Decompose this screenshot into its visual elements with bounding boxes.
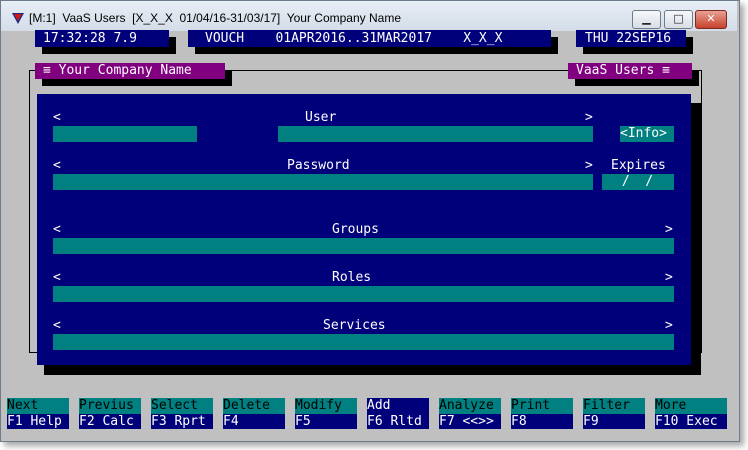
- fkey-modify-label: Modify: [295, 398, 357, 414]
- fkey-f2-label: F2 Calc: [79, 414, 141, 429]
- fkey-f7-label: F7 <<>>: [439, 414, 501, 429]
- expires-date-field[interactable]: / /: [602, 174, 674, 190]
- fkey-more-label: More: [655, 398, 727, 414]
- roles-right-arrow[interactable]: >: [665, 270, 673, 285]
- vaas-users-tab: VaaS Users ≡: [568, 63, 692, 79]
- fkey-next[interactable]: Next F1 Help: [7, 398, 69, 430]
- date-display: THU 22SEP16: [576, 30, 686, 47]
- fkey-delete-label: Delete: [223, 398, 285, 414]
- close-icon: ✕: [706, 12, 716, 25]
- groups-right-arrow[interactable]: >: [665, 222, 673, 237]
- services-left-arrow[interactable]: <: [53, 318, 61, 333]
- fkey-f3-label: F3 Rprt: [151, 414, 213, 429]
- roles-field[interactable]: [53, 286, 674, 302]
- app-logo-icon: [12, 13, 24, 24]
- roles-label: Roles: [332, 270, 372, 285]
- clock-display: 17:32:28 7.9: [35, 30, 169, 47]
- fkey-filter-label: Filter: [583, 398, 645, 414]
- groups-label: Groups: [332, 222, 379, 237]
- info-button[interactable]: <Info>: [620, 126, 674, 142]
- fkey-f8-label: F8: [511, 414, 573, 429]
- user-label: User: [305, 110, 337, 125]
- groups-left-arrow[interactable]: <: [53, 222, 61, 237]
- fkey-filter[interactable]: Filter F9: [583, 398, 645, 430]
- fkey-f5-label: F5: [295, 414, 357, 429]
- fkey-analyze-label: Analyze: [439, 398, 501, 414]
- minimize-button[interactable]: ▁: [632, 10, 661, 29]
- maximize-icon: □: [673, 12, 684, 25]
- roles-left-arrow[interactable]: <: [53, 270, 61, 285]
- fkey-f9-label: F9: [583, 414, 645, 429]
- expires-label: Expires: [611, 158, 666, 173]
- title-bar[interactable]: [M:1] VaaS Users [X_X_X 01/04/16-31/03/1…: [1, 1, 737, 31]
- password-field[interactable]: [53, 174, 593, 190]
- services-label: Services: [323, 318, 386, 333]
- fkey-select-label: Select: [151, 398, 213, 414]
- window-title: [M:1] VaaS Users [X_X_X 01/04/16-31/03/1…: [29, 11, 401, 25]
- password-right-arrow[interactable]: >: [585, 158, 593, 173]
- fkey-add-label: Add: [367, 398, 429, 414]
- fkey-print-label: Print: [511, 398, 573, 414]
- fkey-select[interactable]: Select F3 Rprt: [151, 398, 213, 430]
- fkey-f1-label: F1 Help: [7, 414, 69, 429]
- user-prefix-field[interactable]: [53, 126, 197, 142]
- services-field[interactable]: [53, 334, 674, 350]
- user-name-field[interactable]: [278, 126, 593, 142]
- company-name-tab: ≡ Your Company Name: [35, 63, 225, 79]
- fkey-previous[interactable]: Previus F2 Calc: [79, 398, 141, 430]
- minimize-icon: ▁: [642, 12, 651, 25]
- fkey-previous-label: Previus: [79, 398, 141, 414]
- fkey-more[interactable]: More F10 Exec: [655, 398, 727, 430]
- fkey-f6-label: F6 Rltd: [367, 414, 429, 429]
- form-panel: < User > <Info> < Password > Expires / /…: [37, 94, 691, 365]
- password-label: Password: [287, 158, 350, 173]
- fkey-delete[interactable]: Delete F4: [223, 398, 285, 430]
- fkey-next-label: Next: [7, 398, 69, 414]
- fkey-print[interactable]: Print F8: [511, 398, 573, 430]
- services-right-arrow[interactable]: >: [665, 318, 673, 333]
- password-left-arrow[interactable]: <: [53, 158, 61, 173]
- fkey-f4-label: F4: [223, 414, 285, 429]
- close-button[interactable]: ✕: [695, 10, 727, 29]
- function-key-bar: Next F1 Help Previus F2 Calc Select F3 R…: [7, 398, 729, 431]
- fkey-analyze[interactable]: Analyze F7 <<>>: [439, 398, 501, 430]
- fkey-f10-label: F10 Exec: [655, 414, 727, 429]
- user-left-arrow[interactable]: <: [53, 110, 61, 125]
- groups-field[interactable]: [53, 238, 674, 254]
- voucher-period-display: VOUCH 01APR2016..31MAR2017 X_X_X: [188, 30, 551, 47]
- fkey-modify[interactable]: Modify F5: [295, 398, 357, 430]
- user-right-arrow[interactable]: >: [585, 110, 593, 125]
- maximize-button[interactable]: □: [664, 10, 693, 29]
- fkey-add[interactable]: Add F6 Rltd: [367, 398, 429, 430]
